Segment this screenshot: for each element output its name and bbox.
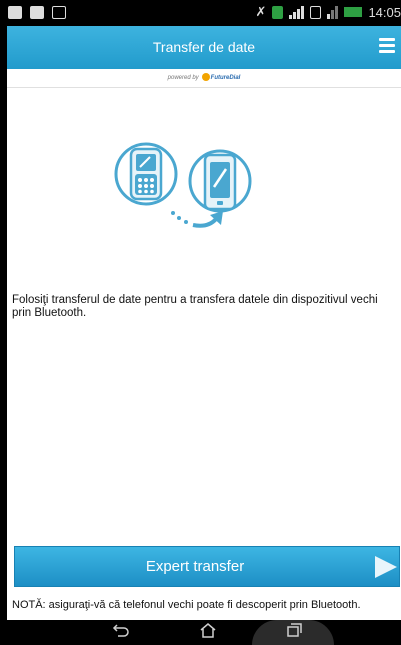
home-icon[interactable] [193,622,223,643]
status-left-icons [8,6,66,19]
smartphone-icon [188,149,252,213]
signal-icon [327,5,339,19]
description-text: Folosiţi transferul de date pentru a tra… [12,294,378,319]
play-arrow-icon [375,556,397,578]
expert-transfer-label: Expert transfer [145,558,245,575]
no-data-icon: ✗ [255,4,267,19]
status-right-icons: ✗ 14:05 [256,4,401,20]
page-title: Transfer de date [152,39,256,55]
app-content: Transfer de date powered by FutureDial F… [7,26,401,620]
expert-transfer-button[interactable]: Expert transfer [14,546,400,587]
powered-by-text: powered by [167,75,199,81]
image-icon [52,6,66,19]
notification-icon [272,5,284,19]
calendar-icon [8,6,22,19]
powered-by-banner: powered by FutureDial [7,69,401,88]
recent-apps-icon[interactable] [279,622,309,643]
signal-icon [289,5,305,19]
futuredial-logo-icon [201,73,210,82]
curved-arrow-icon [171,211,223,228]
hamburger-menu-icon[interactable] [379,38,395,56]
powered-by-brand: FutureDial [210,75,241,81]
battery-charging-icon [344,7,363,17]
sim-2-icon [310,5,322,19]
bluetooth-note: NOTĂ: asiguraţi-vă că telefonul vechi po… [12,599,361,611]
document-icon [30,6,44,19]
back-icon[interactable] [106,622,136,643]
app-header: Transfer de date [7,26,401,69]
status-bar: ✗ 14:05 [0,0,401,26]
transfer-illustration [114,142,252,228]
old-phone-icon [114,142,178,206]
status-time: 14:05 [368,4,401,20]
navigation-bar [0,620,401,645]
